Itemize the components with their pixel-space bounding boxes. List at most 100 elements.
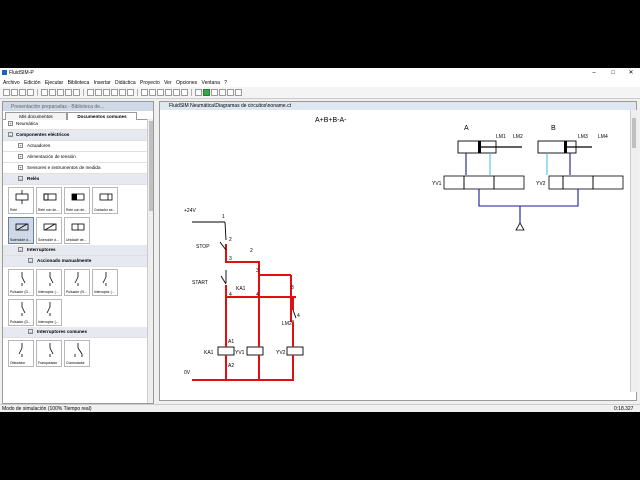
expand-icon[interactable]: + [8,121,13,126]
title-bar: FluidSIM-P – □ ✕ [0,68,640,78]
save-button[interactable] [19,89,26,96]
menu-proyecto[interactable]: Proyecto [140,80,160,86]
zoom-fit-button[interactable] [165,89,172,96]
tree-node-reles[interactable]: – Relés [3,174,147,185]
library-item-rele-retardo-desconexion[interactable]: Relé con de... [64,187,90,214]
document-scroll-thumb[interactable] [632,118,636,148]
zoom-out-button[interactable] [157,89,164,96]
menu-ver[interactable]: Ver [164,80,172,86]
maximize-button[interactable]: □ [604,68,622,78]
expand-icon[interactable]: + [18,143,23,148]
new-file-button[interactable] [3,89,10,96]
cut-button[interactable] [49,89,56,96]
tree-node-accionado-manualmente[interactable]: – Accionado manualmente [3,256,147,267]
tree-node-sensores[interactable]: + Sensores e instrumentos de medida [3,163,147,174]
reset-button[interactable] [235,89,242,96]
copy-button[interactable] [57,89,64,96]
tree-node-actuadores[interactable]: + Actuadores [3,141,147,152]
tree-node-alimentacion[interactable]: + Alimentación de tensión [3,152,147,163]
tree-node-componentes-electricos[interactable]: – Componentes eléctricos [3,130,147,141]
collapse-icon[interactable]: – [18,247,23,252]
valve-yv1-right-box[interactable] [493,175,525,190]
circuit-canvas[interactable]: A+B+B-A- A LM1 LM2 YV1 B LM3 LM4 YV2 +24… [160,110,630,400]
step-back-button[interactable] [227,89,234,96]
document-scrollbar[interactable] [630,110,637,392]
component-library-panel: Presentación preparadas - Biblioteca de.… [2,101,154,404]
paste-button[interactable] [65,89,72,96]
valve-yv2-solenoid[interactable] [548,175,564,190]
library-item-solenoide-2[interactable]: Solenoide d... [36,217,62,244]
library-item-pulsador-nc[interactable]: Pulsador (N... [64,269,90,296]
yv2-coil[interactable] [286,346,304,356]
pressure-source-symbol[interactable] [515,222,525,231]
align-center-button[interactable] [95,89,102,96]
library-item-interruptor-2[interactable]: Interruptor (... [92,269,118,296]
menu-archivo[interactable]: Archivo [3,80,20,86]
close-button[interactable]: ✕ [622,68,640,78]
menu-didactica[interactable]: Didáctica [115,80,136,86]
menu-opciones[interactable]: Opciones [176,80,197,86]
play-button[interactable] [203,89,210,96]
print-button[interactable] [27,89,34,96]
library-item-pulsador-no[interactable]: Pulsador (D... [8,269,34,296]
menu-help[interactable]: ? [224,80,227,86]
wire-number: 3 [256,268,259,274]
supply-wire-1 [224,221,227,241]
menu-ejecutar[interactable]: Ejecutar [45,80,63,86]
align-right-button[interactable] [103,89,110,96]
delete-button[interactable] [73,89,80,96]
switch-icon [102,272,107,286]
library-item-obturador[interactable]: Obturador [8,340,34,367]
library-item-franqueador[interactable]: Franqueador [36,340,62,367]
zoom-window-button[interactable] [173,89,180,96]
align-left-button[interactable] [87,89,94,96]
tree-node-neumatica[interactable]: + Neumática [3,119,147,130]
zoom-in-button[interactable] [149,89,156,96]
expand-icon[interactable]: + [18,165,23,170]
collapse-icon[interactable]: – [18,176,23,181]
align-bottom-button[interactable] [127,89,134,96]
tree-node-interruptores-comunes[interactable]: – Interruptores comunes [3,327,147,338]
valve-yv1-left-box[interactable] [463,175,495,190]
valve-yv1-solenoid[interactable] [443,175,465,190]
valve-yv2-right-box[interactable] [592,175,624,190]
menu-biblioteca[interactable]: Biblioteca [68,80,90,86]
library-item-interruptor-3[interactable]: Interruptor (... [36,299,62,326]
align-top-button[interactable] [111,89,118,96]
library-item-conmutador[interactable]: Conmutador [64,340,90,367]
check-drawing-button[interactable] [181,89,188,96]
stop-button[interactable] [195,89,202,96]
start-button-label: START [192,280,208,286]
pause-button[interactable] [211,89,218,96]
library-item-unidad-de-control[interactable]: Unidad/r de... [64,217,90,244]
collapse-icon[interactable]: – [28,258,33,263]
undo-button[interactable] [41,89,48,96]
minimize-button[interactable]: – [585,68,603,78]
library-scrollbar[interactable] [147,119,153,403]
control-unit-icon [71,223,85,231]
ka1-coil[interactable] [217,346,235,356]
library-item-interruptor-1[interactable]: Interruptor (... [36,269,62,296]
yv1-coil[interactable] [246,346,264,356]
library-item-solenoide-valvula[interactable]: Solenoide d... [8,217,34,244]
library-item-pulsador-2[interactable]: Pulsador (D... [8,299,34,326]
library-item-rele-retardo-conexion[interactable]: Relé con de... [36,187,62,214]
tree-node-interruptores[interactable]: – Interruptores [3,245,147,256]
yv2-coil-label: YV2 [276,350,286,356]
open-file-button[interactable] [11,89,18,96]
menu-ventana[interactable]: Ventana [202,80,220,86]
library-item-contador[interactable]: Contador se... [92,187,118,214]
lm2-contact[interactable] [292,309,297,319]
grid-button[interactable] [141,89,148,96]
start-contact[interactable] [220,275,227,285]
valve-yv2-left-box[interactable] [562,175,594,190]
menu-edicion[interactable]: Edición [24,80,40,86]
align-middle-button[interactable] [119,89,126,96]
step-button[interactable] [219,89,226,96]
collapse-icon[interactable]: – [8,132,13,137]
library-scroll-thumb[interactable] [149,121,153,211]
collapse-icon[interactable]: – [28,329,33,334]
menu-insertar[interactable]: Insertar [94,80,111,86]
expand-icon[interactable]: + [18,154,23,159]
library-item-rele[interactable]: Relé [8,187,34,214]
